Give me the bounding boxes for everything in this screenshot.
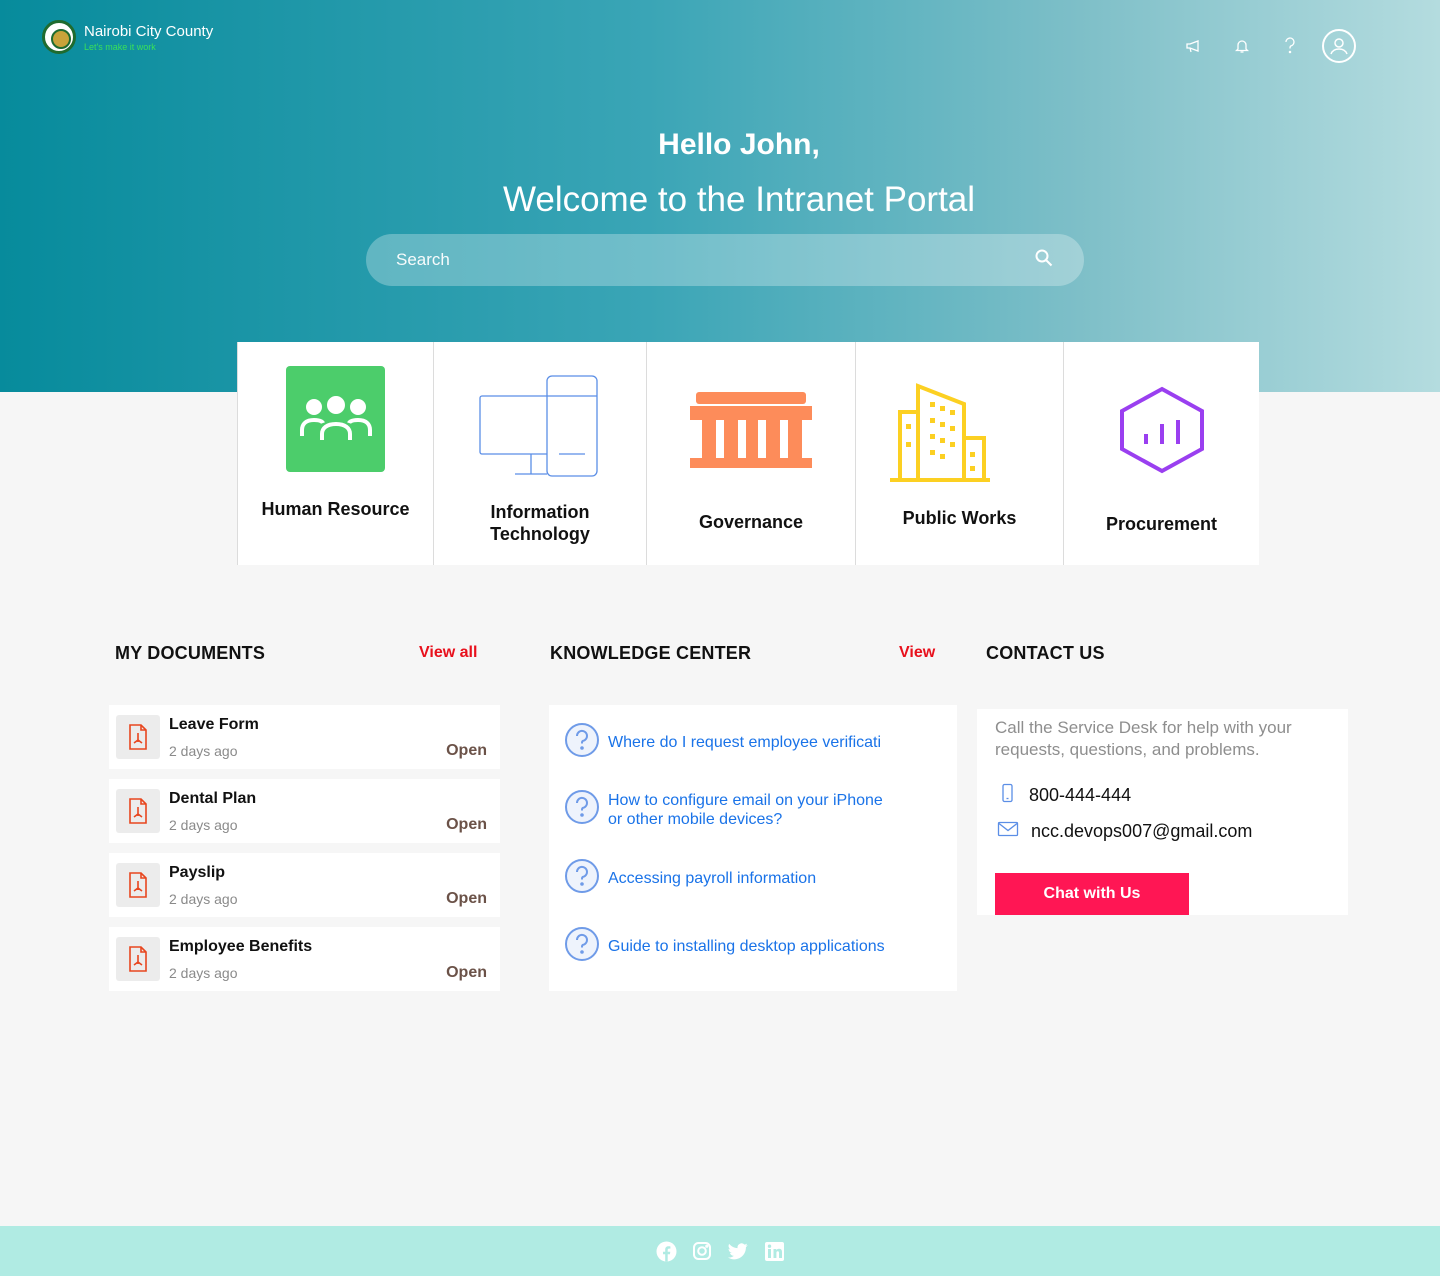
dept-label: Governance <box>698 512 804 532</box>
documents-view-all-link[interactable]: View all <box>419 644 477 662</box>
contact-email[interactable]: ncc.devops007@gmail.com <box>1031 821 1252 842</box>
brand-text: Nairobi City County Let's make it work <box>84 22 213 52</box>
knowledge-item[interactable]: Where do I request employee verificati <box>564 722 881 763</box>
government-building-icon <box>688 392 814 475</box>
dept-information-technology[interactable]: Information Technology <box>433 342 646 565</box>
dept-label: Procurement <box>1105 514 1218 534</box>
dept-procurement[interactable]: Procurement <box>1063 342 1259 565</box>
brand-name: Nairobi City County <box>84 23 214 40</box>
city-buildings-icon <box>888 382 992 487</box>
document-open-button[interactable]: Open <box>446 742 487 760</box>
welcome-title: Welcome to the Intranet Portal <box>502 180 976 219</box>
knowledge-title: KNOWLEDGE CENTER <box>550 643 752 663</box>
bell-icon[interactable] <box>1218 28 1266 64</box>
document-open-button[interactable]: Open <box>446 964 487 982</box>
question-icon <box>564 926 600 967</box>
hero-banner: Nairobi City County Let's make it work H… <box>0 0 1440 392</box>
pdf-icon <box>116 715 160 759</box>
people-icon <box>286 366 385 472</box>
knowledge-item[interactable]: How to configure email on your iPhone or… <box>564 789 883 830</box>
county-seal-logo <box>42 20 76 54</box>
dept-human-resource[interactable]: Human Resource <box>237 342 433 565</box>
megaphone-icon[interactable] <box>1170 28 1218 64</box>
linkedin-icon[interactable] <box>763 1240 785 1262</box>
hexagon-chart-icon <box>1118 386 1206 479</box>
knowledge-link-line: Where do I request employee verificati <box>608 734 882 751</box>
knowledge-list: Where do I request employee verificati H… <box>549 705 957 991</box>
knowledge-link[interactable]: How to configure email on your iPhone or… <box>608 791 883 829</box>
knowledge-link[interactable]: Guide to installing desktop applications <box>608 937 885 956</box>
knowledge-link[interactable]: Accessing payroll information <box>608 869 816 888</box>
document-item[interactable]: Employee Benefits 2 days ago Open <box>109 927 500 991</box>
document-time: 2 days ago <box>169 817 238 833</box>
document-open-button[interactable]: Open <box>446 816 487 834</box>
contact-phone[interactable]: 800-444-444 <box>1029 785 1131 806</box>
documents-title: MY DOCUMENTS <box>115 643 266 663</box>
document-item[interactable]: Payslip 2 days ago Open <box>109 853 500 917</box>
document-name: Payslip <box>169 864 226 881</box>
document-name: Employee Benefits <box>169 938 313 955</box>
document-item[interactable]: Dental Plan 2 days ago Open <box>109 779 500 843</box>
question-icon <box>564 789 600 830</box>
document-open-button[interactable]: Open <box>446 890 487 908</box>
search-icon[interactable] <box>1034 248 1054 273</box>
dept-label: Information Technology <box>490 502 590 544</box>
document-time: 2 days ago <box>169 891 238 907</box>
header-actions <box>1170 28 1356 64</box>
question-icon <box>564 722 600 763</box>
knowledge-link-line: Accessing payroll information <box>608 870 817 887</box>
contact-card: Call the Service Desk for help with your… <box>977 709 1348 915</box>
document-item[interactable]: Leave Form 2 days ago Open <box>109 705 500 769</box>
contact-description: Call the Service Desk for help with your… <box>995 718 1292 759</box>
knowledge-link[interactable]: Where do I request employee verificati <box>608 733 881 752</box>
document-name: Leave Form <box>169 716 259 733</box>
search-bar[interactable] <box>366 234 1084 286</box>
knowledge-view-link[interactable]: View <box>899 644 935 662</box>
department-tiles: Human Resource Information Technology Go… <box>237 342 1259 565</box>
dept-label: Public Works <box>902 508 1017 528</box>
search-input[interactable] <box>396 250 1034 270</box>
phone-icon <box>997 783 1017 808</box>
contact-title: CONTACT US <box>986 643 1105 663</box>
knowledge-link-line: Guide to installing desktop applications <box>608 938 885 955</box>
pdf-icon <box>116 789 160 833</box>
computer-icon <box>479 374 601 483</box>
document-name: Dental Plan <box>169 790 257 807</box>
chat-with-us-button[interactable]: Chat with Us <box>995 873 1189 915</box>
instagram-icon[interactable] <box>691 1240 713 1262</box>
brand[interactable]: Nairobi City County Let's make it work <box>42 20 213 54</box>
mail-icon <box>997 819 1019 844</box>
pdf-icon <box>116 863 160 907</box>
document-time: 2 days ago <box>169 743 238 759</box>
question-icon <box>564 858 600 899</box>
knowledge-link-line: How to configure email on your iPhone <box>608 791 883 809</box>
twitter-icon[interactable] <box>727 1240 749 1262</box>
contact-email-row[interactable]: ncc.devops007@gmail.com <box>997 819 1252 844</box>
greeting: Hello John, <box>658 128 820 161</box>
facebook-icon[interactable] <box>655 1240 677 1262</box>
dept-label: Human Resource <box>261 499 410 519</box>
dept-public-works[interactable]: Public Works <box>855 342 1063 565</box>
document-time: 2 days ago <box>169 965 238 981</box>
dept-governance[interactable]: Governance <box>646 342 855 565</box>
brand-tagline: Let's make it work <box>84 42 156 52</box>
user-avatar-icon[interactable] <box>1322 29 1356 63</box>
knowledge-item[interactable]: Accessing payroll information <box>564 858 816 899</box>
footer <box>0 1226 1440 1276</box>
knowledge-link-line: or other mobile devices? <box>608 810 783 828</box>
contact-phone-row[interactable]: 800-444-444 <box>997 783 1131 808</box>
pdf-icon <box>116 937 160 981</box>
knowledge-item[interactable]: Guide to installing desktop applications <box>564 926 885 967</box>
help-icon[interactable] <box>1266 28 1314 64</box>
